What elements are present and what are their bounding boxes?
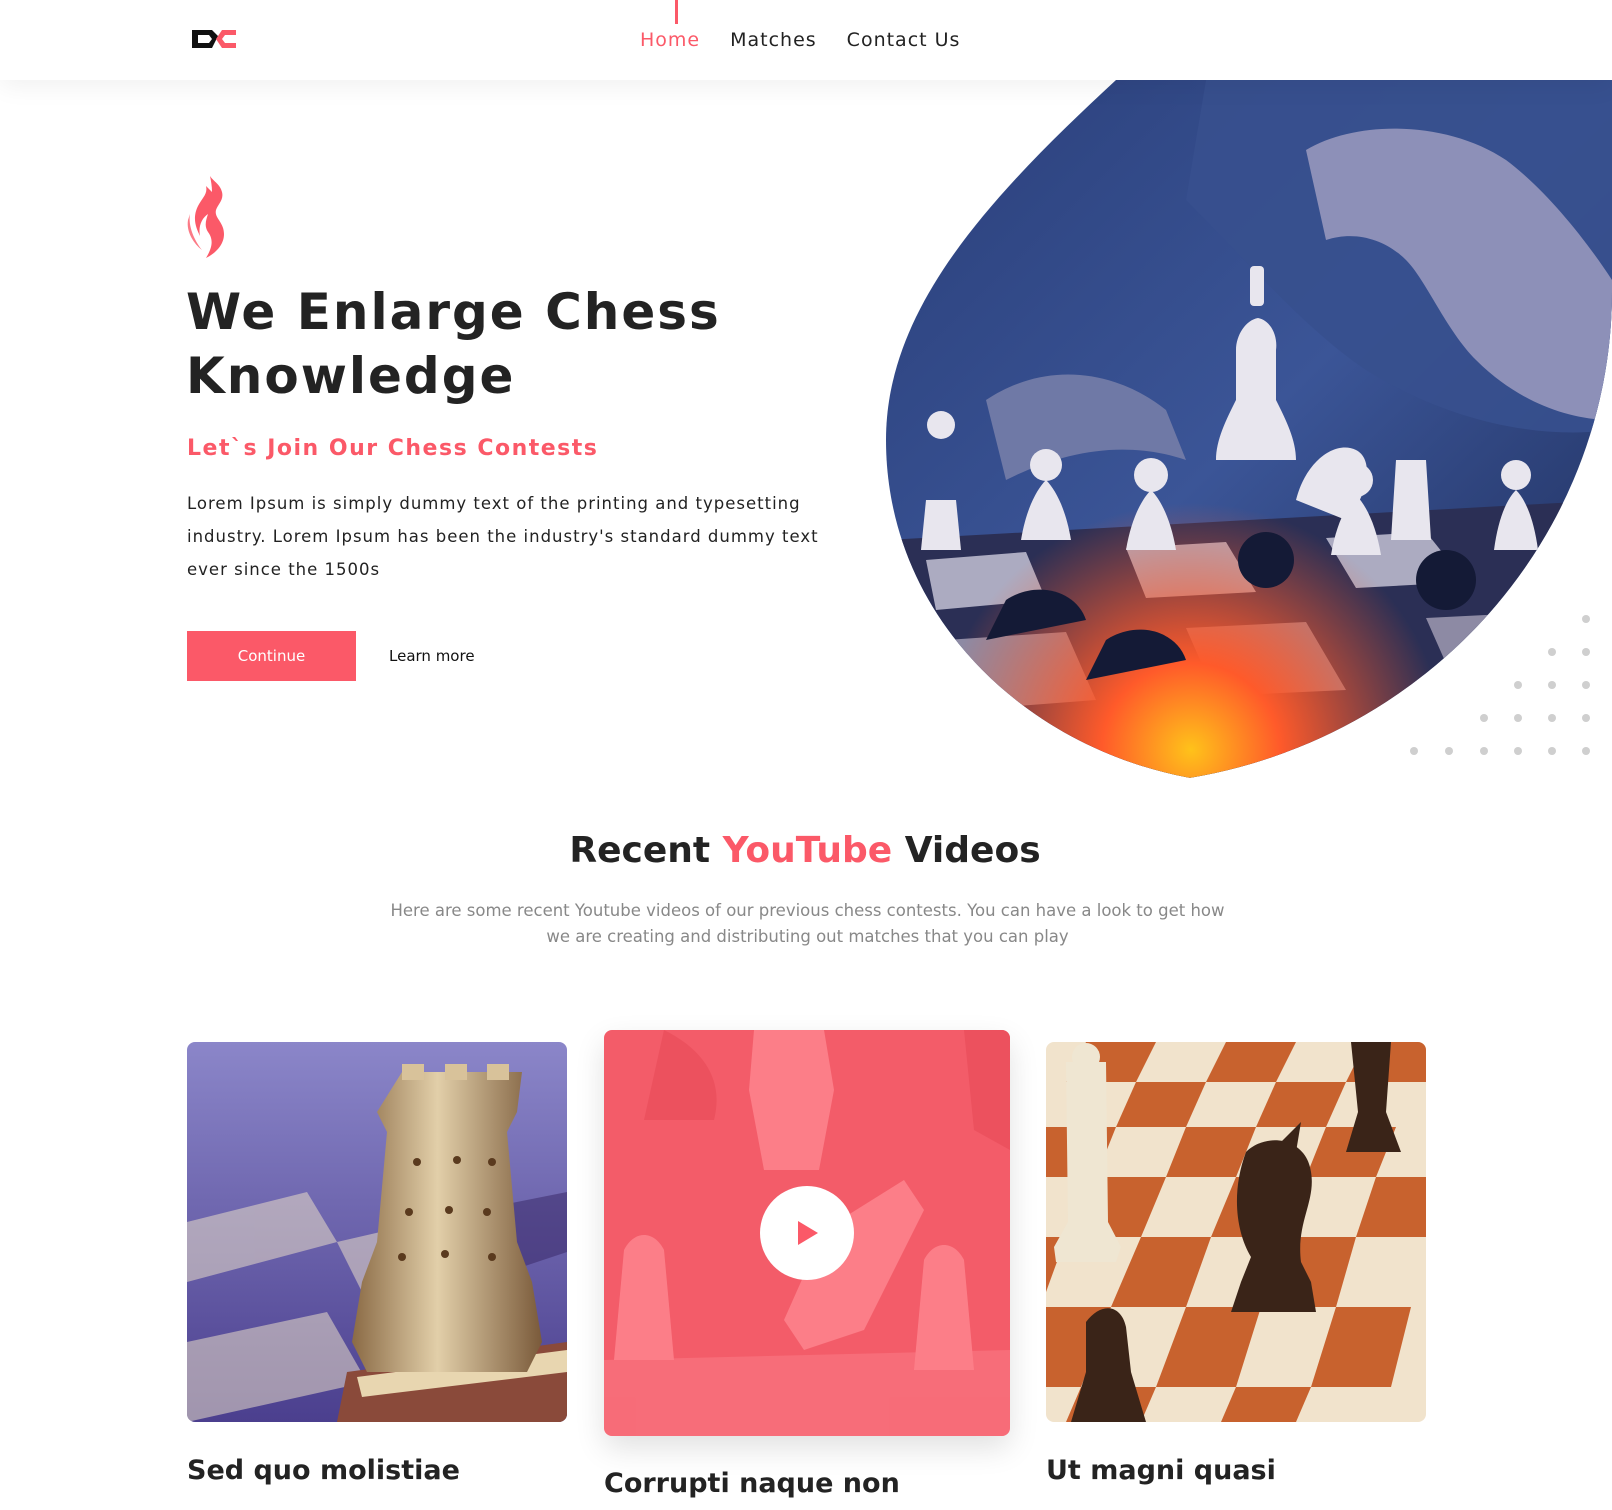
play-button[interactable] (760, 1186, 854, 1280)
site-header: Home Matches Contact Us (0, 0, 1612, 80)
nav-contact-us[interactable]: Contact Us (847, 29, 961, 51)
nav-matches[interactable]: Matches (730, 29, 817, 51)
hero-subtitle: Let`s Join Our Chess Contests (187, 436, 599, 461)
video-card-title[interactable]: Corrupti naque non (604, 1468, 900, 1499)
decorative-dots (1410, 615, 1590, 755)
videos-section-title: Recent YouTube Videos (0, 830, 1611, 871)
rook-photo (187, 1042, 567, 1422)
videos-title-prefix: Recent (569, 830, 723, 871)
video-card-thumbnail[interactable] (1046, 1042, 1426, 1422)
learn-more-link[interactable]: Learn more (389, 647, 475, 665)
video-card-title[interactable]: Sed quo molistiae (187, 1455, 460, 1486)
logo-icon[interactable] (190, 22, 238, 52)
nav-home[interactable]: Home (640, 29, 700, 51)
video-card-featured[interactable] (604, 1030, 1010, 1436)
videos-title-accent: YouTube (722, 830, 893, 871)
knight-board-photo (1046, 1042, 1426, 1422)
active-nav-marker (675, 0, 678, 24)
videos-title-suffix: Videos (892, 830, 1041, 871)
hero-description: Lorem Ipsum is simply dummy text of the … (187, 494, 819, 579)
video-card-thumbnail[interactable] (187, 1042, 567, 1422)
knight-flame-icon (187, 176, 224, 258)
videos-section-description: Here are some recent Youtube videos of o… (390, 901, 1225, 946)
continue-button[interactable]: Continue (187, 631, 356, 681)
hero-title: We Enlarge Chess Knowledge (186, 283, 721, 405)
main-nav: Home Matches Contact Us (640, 0, 960, 80)
play-icon (798, 1221, 818, 1245)
video-card-title[interactable]: Ut magni quasi (1046, 1455, 1276, 1486)
